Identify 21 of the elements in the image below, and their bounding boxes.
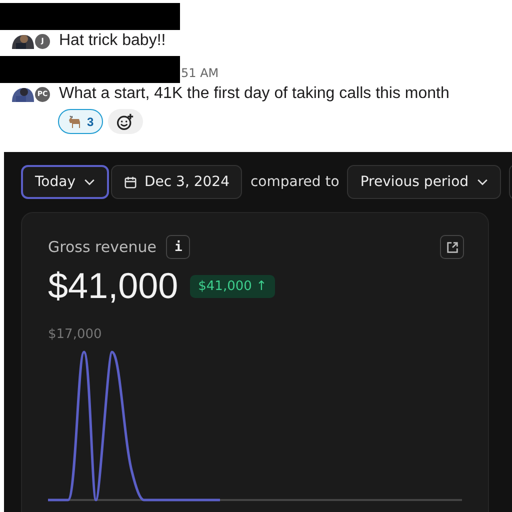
add-emoji-icon	[116, 112, 134, 130]
compare-dropdown[interactable]: Previous period	[347, 165, 501, 199]
message-text: What a start, 41K the first day of taking calls this month	[59, 85, 450, 103]
add-reaction-button[interactable]	[108, 109, 143, 134]
date-button[interactable]: Dec 3, 2024	[110, 165, 242, 199]
compare-label: compared to	[250, 174, 340, 190]
info-button[interactable]: i	[166, 235, 190, 259]
card-title: Gross revenue	[48, 238, 156, 256]
range-dropdown[interactable]: Today	[21, 165, 108, 199]
chevron-down-icon	[476, 178, 488, 186]
message-text: Hat trick baby!!	[59, 32, 166, 50]
goat-icon	[67, 114, 83, 128]
revenue-value: $41,000	[48, 265, 178, 307]
calendar-icon	[124, 176, 136, 188]
external-link-button[interactable]	[440, 235, 464, 259]
chevron-down-icon	[84, 178, 94, 186]
external-link-icon	[446, 240, 458, 254]
message-time: 51 AM	[181, 66, 219, 80]
reaction-button[interactable]: 3	[58, 109, 103, 134]
chart-max-label: $17,000	[48, 327, 102, 342]
change-badge: $41,000 ↑	[190, 274, 275, 298]
